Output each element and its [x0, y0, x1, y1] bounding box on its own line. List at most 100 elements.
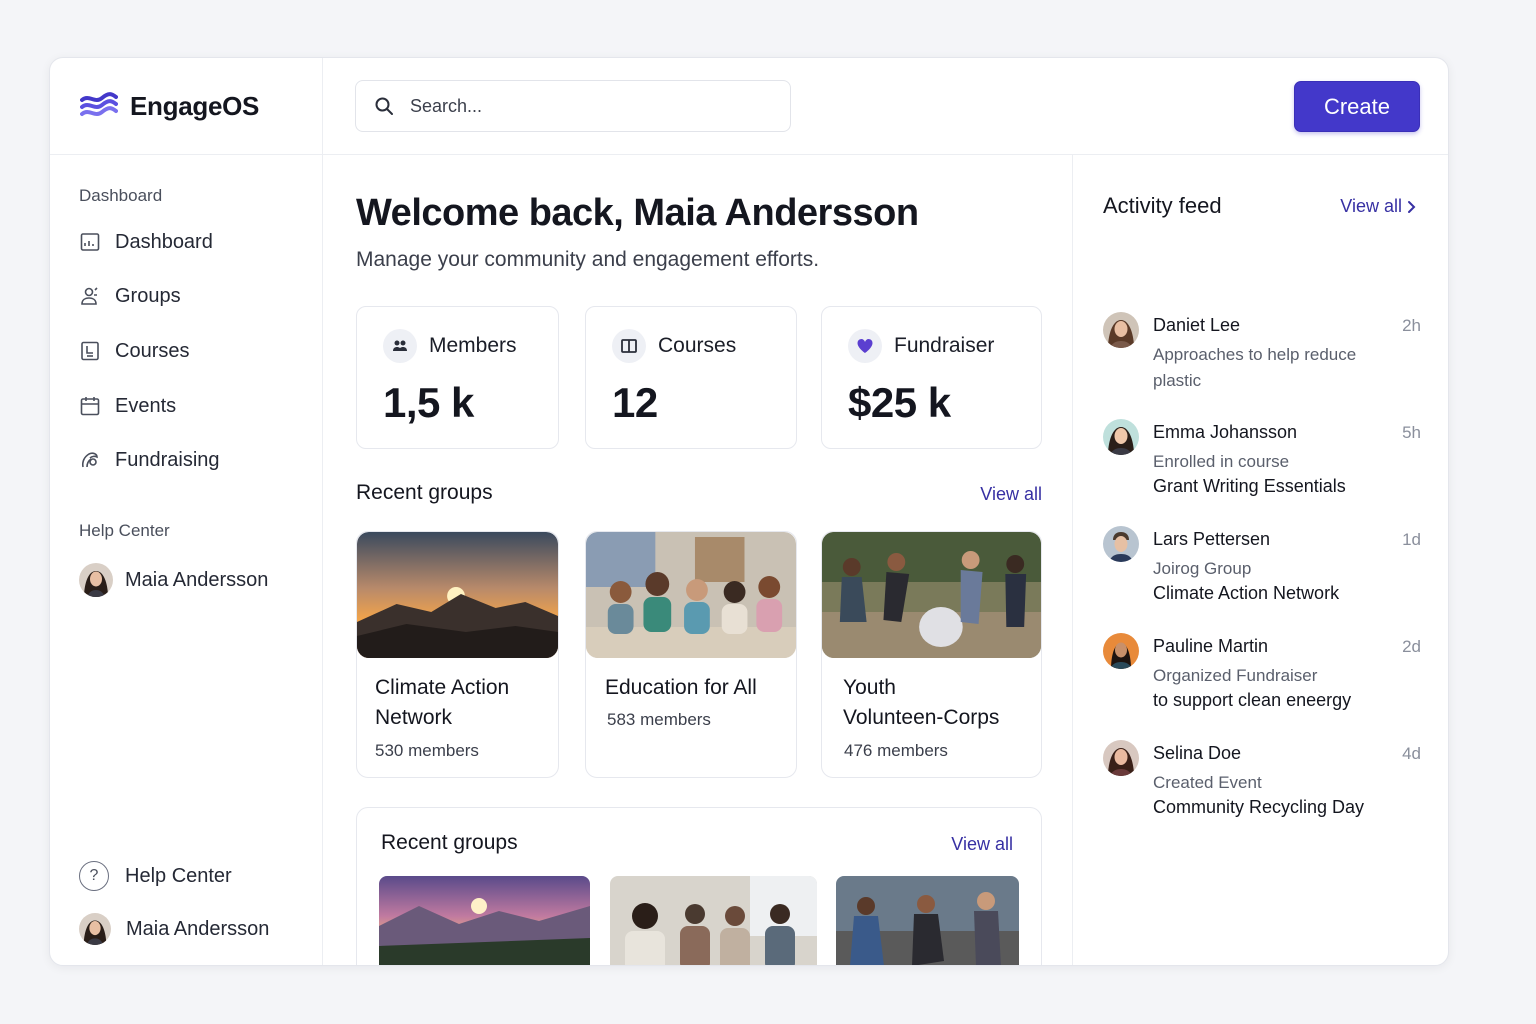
- stat-label: Fundraiser: [894, 334, 995, 357]
- stat-value: 1,5 k: [383, 379, 474, 426]
- activity-target: Climate Action Network: [1153, 583, 1340, 603]
- calendar-icon: [79, 395, 101, 417]
- sidebar-item-label: Dashboard: [115, 230, 213, 253]
- create-button[interactable]: Create: [1294, 81, 1420, 132]
- sidebar-item-label: Courses: [115, 339, 190, 362]
- sidebar-item-groups[interactable]: Groups: [79, 280, 181, 312]
- sidebar-item-label: Events: [115, 394, 177, 417]
- sidebar-item-fundraising[interactable]: Fundraising: [79, 444, 220, 476]
- group-name: Education for All: [605, 676, 757, 699]
- group-thumbnail-volunteers[interactable]: [836, 876, 1019, 966]
- activity-time: 5h: [1402, 423, 1421, 442]
- page-subtitle: Manage your community and engagement eff…: [356, 248, 820, 271]
- dashboard-icon: [79, 231, 101, 253]
- fundraising-icon: [79, 449, 101, 471]
- recent-groups-view-all[interactable]: View all: [980, 484, 1042, 505]
- sidebar-user[interactable]: Maia Andersson: [79, 563, 268, 597]
- help-center-label: Help Center: [125, 864, 232, 887]
- group-members: 583 members: [607, 710, 711, 729]
- group-members: 530 members: [375, 741, 479, 760]
- activity-time: 1d: [1402, 530, 1421, 549]
- avatar: [79, 913, 111, 945]
- top-bar: Create: [323, 58, 1448, 155]
- sidebar: EngageOS Dashboard Dashboard Groups Cour…: [50, 58, 323, 965]
- avatar: [1103, 740, 1139, 776]
- sidebar-section-dashboard: Dashboard: [79, 186, 163, 205]
- activity-item[interactable]: Emma Johansson 5h Enrolled in course Gra…: [1103, 419, 1421, 499]
- activity-description: Organized Fundraiser: [1153, 666, 1318, 685]
- activity-user-name: Lars Pettersen: [1153, 529, 1271, 549]
- chevron-right-icon: [1408, 200, 1416, 213]
- activity-item[interactable]: Pauline Martin 2d Organized Fundraiser t…: [1103, 633, 1421, 713]
- activity-feed-title: Activity feed: [1103, 193, 1222, 218]
- stat-card-fundraiser[interactable]: Fundraiser $25 k: [821, 306, 1042, 449]
- avatar: [79, 563, 113, 597]
- recent-groups-panel: Recent groups View all: [356, 807, 1042, 966]
- app-window: EngageOS Dashboard Dashboard Groups Cour…: [49, 57, 1449, 966]
- activity-item[interactable]: Daniet Lee 2h Approaches to help reduce …: [1103, 312, 1421, 392]
- sidebar-section-help: Help Center: [79, 521, 170, 540]
- help-center-link[interactable]: ? Help Center: [79, 861, 232, 891]
- group-image-classroom: [586, 532, 796, 658]
- group-card[interactable]: Climate Action Network 530 members: [356, 531, 559, 778]
- sidebar-user-name: Maia Andersson: [125, 568, 269, 591]
- activity-item[interactable]: Lars Pettersen 1d Joirog Group Climate A…: [1103, 526, 1421, 606]
- sidebar-item-label: Fundraising: [115, 448, 220, 471]
- group-card[interactable]: Education for All 583 members: [585, 531, 797, 778]
- book-icon: [612, 329, 646, 363]
- recent-groups-view-all[interactable]: View all: [951, 834, 1013, 855]
- avatar: [1103, 526, 1139, 562]
- groups-icon: [79, 285, 101, 307]
- avatar: [1103, 633, 1139, 669]
- brand[interactable]: EngageOS: [50, 58, 323, 155]
- group-image-sunset: [357, 532, 558, 658]
- avatar: [1103, 312, 1139, 348]
- footer-user-name: Maia Andersson: [126, 917, 270, 940]
- sidebar-item-label: Groups: [115, 284, 181, 307]
- activity-user-name: Emma Johansson: [1153, 422, 1298, 442]
- search-box[interactable]: [355, 80, 791, 132]
- help-circle-icon: ?: [79, 861, 109, 891]
- activity-user-name: Pauline Martin: [1153, 636, 1269, 656]
- activity-description: Enrolled in course: [1153, 452, 1290, 471]
- activity-item[interactable]: Selina Doe 4d Created Event Community Re…: [1103, 740, 1421, 820]
- avatar: [1103, 419, 1139, 455]
- group-name: Climate Action Network: [375, 676, 510, 729]
- search-icon: [375, 97, 393, 115]
- activity-user-name: Selina Doe: [1153, 743, 1242, 763]
- activity-user-name: Daniet Lee: [1153, 315, 1241, 335]
- group-thumbnail-mountains[interactable]: [379, 876, 590, 966]
- sidebar-item-courses[interactable]: Courses: [79, 335, 189, 367]
- activity-view-all[interactable]: View all: [1340, 196, 1418, 217]
- activity-time: 4d: [1402, 744, 1421, 763]
- activity-target: Grant Writing Essentials: [1153, 476, 1346, 496]
- stat-label: Courses: [658, 334, 737, 357]
- group-card[interactable]: Youth Volunteen-Corps 476 members: [821, 531, 1042, 778]
- activity-feed: Activity feed View all Daniet Lee 2h App…: [1073, 155, 1448, 965]
- stat-value: $25 k: [848, 379, 951, 426]
- group-name: Youth Volunteen-Corps: [843, 676, 1000, 729]
- brand-name: EngageOS: [130, 90, 260, 121]
- courses-icon: [79, 340, 101, 362]
- page-title: Welcome back, Maia Andersson: [356, 192, 919, 234]
- activity-description: Created Event: [1153, 773, 1262, 792]
- footer-user[interactable]: Maia Andersson: [79, 913, 269, 945]
- heart-icon: [848, 329, 882, 363]
- group-thumbnail-classroom[interactable]: [610, 876, 817, 966]
- activity-target: Community Recycling Day: [1153, 797, 1365, 817]
- activity-view-all-label: View all: [1340, 196, 1402, 216]
- stat-card-courses[interactable]: Courses 12: [585, 306, 797, 449]
- activity-description: Joirog Group: [1153, 559, 1252, 578]
- stat-card-members[interactable]: Members 1,5 k: [356, 306, 559, 449]
- sidebar-item-dashboard[interactable]: Dashboard: [79, 226, 213, 258]
- recent-groups-title: Recent groups: [356, 481, 493, 504]
- brand-logo-icon: [80, 92, 118, 116]
- stat-label: Members: [429, 334, 517, 357]
- group-image-volunteers: [822, 532, 1041, 658]
- group-members: 476 members: [844, 741, 948, 760]
- search-input[interactable]: [410, 95, 770, 117]
- sidebar-item-events[interactable]: Events: [79, 390, 176, 422]
- activity-time: 2h: [1402, 316, 1421, 335]
- activity-description: Approaches to help reduce plastic: [1153, 345, 1357, 390]
- stat-value: 12: [612, 379, 658, 426]
